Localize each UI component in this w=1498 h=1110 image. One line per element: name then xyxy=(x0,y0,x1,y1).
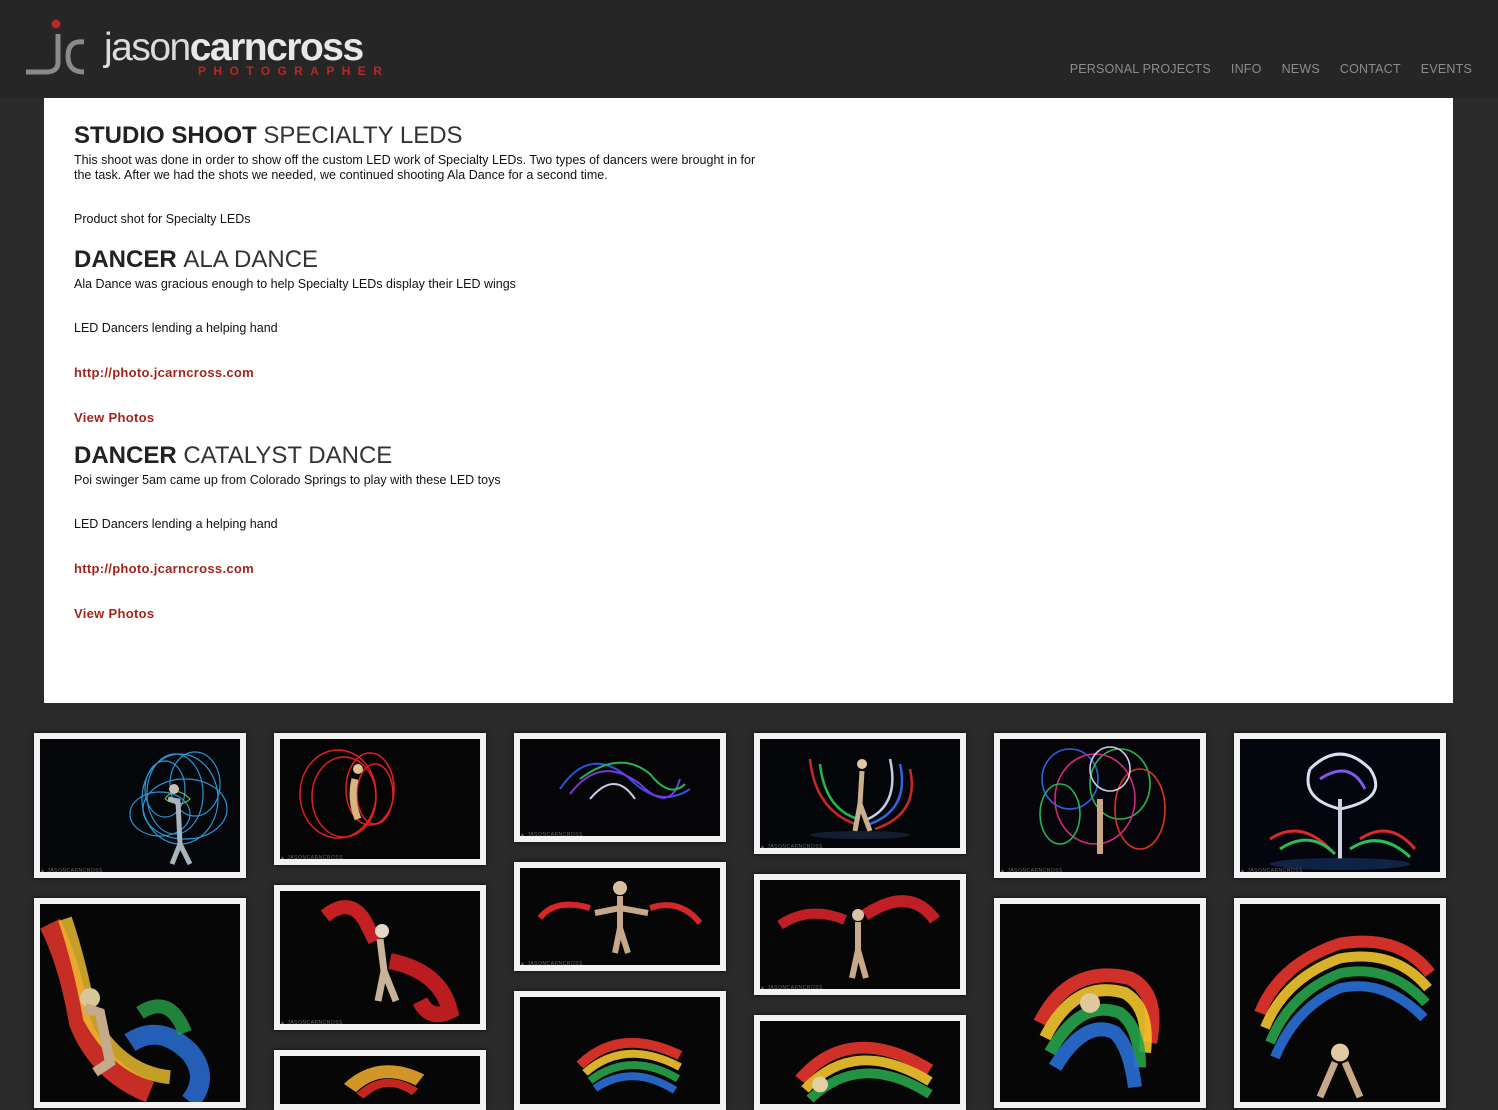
content-panel: STUDIO SHOOT SPECIALTY LEDS This shoot w… xyxy=(44,98,1453,703)
gallery-thumbnail[interactable] xyxy=(514,991,726,1110)
thumbnail-image xyxy=(40,739,240,872)
section-caption: LED Dancers lending a helping hand xyxy=(74,321,278,335)
logo-wordmark-light: jason xyxy=(104,26,191,69)
gallery-thumbnail[interactable] xyxy=(754,1015,966,1110)
thumbnail-image xyxy=(760,1021,960,1104)
thumbnail-image xyxy=(1000,739,1200,872)
watermark: ▲ JASONCARNCROSS xyxy=(1000,868,1063,874)
gallery-thumbnail[interactable]: ▲ JASONCARNCROSS xyxy=(754,874,966,995)
gallery-thumbnail[interactable] xyxy=(34,898,246,1108)
site-link[interactable]: http://photo.jcarncross.com xyxy=(74,365,254,380)
gallery-thumbnail[interactable] xyxy=(994,898,1206,1108)
gallery-thumbnail[interactable]: ▲ JASONCARNCROSS xyxy=(34,733,246,878)
thumbnail-image xyxy=(520,997,720,1104)
watermark: ▲ JASONCARNCROSS xyxy=(520,961,583,967)
thumbnail-image xyxy=(280,739,480,859)
section-description: Poi swinger 5am came up from Colorado Sp… xyxy=(74,473,501,487)
section-title-bold: STUDIO SHOOT xyxy=(74,122,257,149)
site-header: jasoncarncross PHOTOGRAPHER PERSONAL PRO… xyxy=(0,0,1498,98)
section-caption: LED Dancers lending a helping hand xyxy=(74,517,278,531)
content-body: STUDIO SHOOT SPECIALTY LEDS This shoot w… xyxy=(74,122,774,623)
view-photos-link[interactable]: View Photos xyxy=(74,606,154,621)
nav-info[interactable]: INFO xyxy=(1231,62,1262,76)
watermark: ▲ JASONCARNCROSS xyxy=(40,868,103,874)
thumbnail-image xyxy=(1000,904,1200,1102)
gallery-thumbnail[interactable]: ▲ JASONCARNCROSS xyxy=(994,733,1206,878)
site-link[interactable]: http://photo.jcarncross.com xyxy=(74,561,254,576)
watermark: ▲ JASONCARNCROSS xyxy=(760,985,823,991)
section-title-bold: DANCER xyxy=(74,442,177,469)
nav-events[interactable]: EVENTS xyxy=(1421,62,1472,76)
thumbnail-image xyxy=(280,891,480,1024)
jc-logo-mark-icon xyxy=(26,19,85,75)
nav-personal-projects[interactable]: PERSONAL PROJECTS xyxy=(1070,62,1211,76)
gallery-thumbnail[interactable]: ▲ JASONCARNCROSS xyxy=(514,862,726,971)
logo-wordmark: jasoncarncross xyxy=(104,26,364,69)
main-nav: PERSONAL PROJECTS INFO NEWS CONTACT EVEN… xyxy=(1070,62,1472,76)
section-title-bold: DANCER xyxy=(74,246,177,273)
section-title: DANCER ALA DANCE xyxy=(74,246,774,274)
section-title: DANCER CATALYST DANCE xyxy=(74,442,774,470)
view-photos-link[interactable]: View Photos xyxy=(74,410,154,425)
thumbnail-image xyxy=(760,880,960,989)
nav-news[interactable]: NEWS xyxy=(1282,62,1320,76)
gallery-thumbnail[interactable] xyxy=(1234,898,1446,1108)
section-title-rest: SPECIALTY LEDS xyxy=(263,122,463,149)
section-title: STUDIO SHOOT SPECIALTY LEDS xyxy=(74,122,774,150)
site-logo[interactable]: jasoncarncross PHOTOGRAPHER xyxy=(24,18,384,80)
nav-contact[interactable]: CONTACT xyxy=(1340,62,1401,76)
section-description: This shoot was done in order to show off… xyxy=(74,153,756,182)
watermark: ▲ JASONCARNCROSS xyxy=(1240,868,1303,874)
thumbnail-image xyxy=(760,739,960,848)
gallery-thumbnail[interactable]: ▲ JASONCARNCROSS xyxy=(754,733,966,854)
gallery-thumbnail[interactable]: ▲ JASONCARNCROSS xyxy=(274,885,486,1030)
thumbnail-image xyxy=(520,739,720,836)
gallery-thumbnail[interactable] xyxy=(274,1050,486,1110)
watermark: ▲ JASONCARNCROSS xyxy=(760,844,823,850)
watermark: ▲ JASONCARNCROSS xyxy=(280,1020,343,1026)
thumbnail-image xyxy=(1240,739,1440,872)
section-description: Ala Dance was gracious enough to help Sp… xyxy=(74,277,516,291)
section-title-rest: CATALYST DANCE xyxy=(183,442,393,469)
gallery-thumbnail[interactable]: ▲ JASONCARNCROSS xyxy=(1234,733,1446,878)
watermark: ▲ JASONCARNCROSS xyxy=(520,832,583,838)
gallery-thumbnail[interactable]: ▲ JASONCARNCROSS xyxy=(514,733,726,842)
watermark: ▲ JASONCARNCROSS xyxy=(280,855,343,861)
thumbnail-image xyxy=(40,904,240,1102)
logo-wordmark-bold: carncross xyxy=(189,26,364,69)
section-title-rest: ALA DANCE xyxy=(183,246,319,273)
thumbnail-image xyxy=(1240,904,1440,1102)
logo-tagline: PHOTOGRAPHER xyxy=(198,64,390,78)
gallery-thumbnail[interactable]: ▲ JASONCARNCROSS xyxy=(274,733,486,865)
thumbnail-image xyxy=(520,868,720,965)
section-caption: Product shot for Specialty LEDs xyxy=(74,212,251,226)
